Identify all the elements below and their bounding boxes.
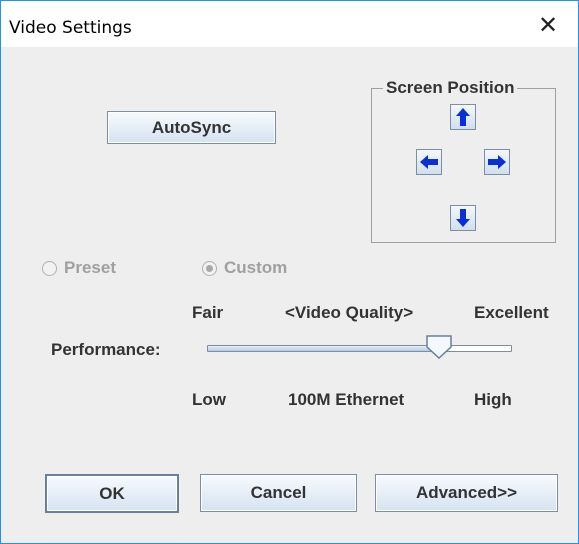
- video-settings-dialog: Video Settings ✕ AutoSync Screen Positio…: [0, 0, 579, 544]
- quality-slider-track[interactable]: [207, 345, 512, 352]
- quality-slider-fill: [208, 346, 439, 351]
- preset-label: Preset: [64, 258, 116, 277]
- high-label: High: [474, 390, 512, 409]
- performance-label: Performance:: [51, 340, 161, 359]
- screen-position-group: Screen Position: [371, 78, 556, 243]
- cancel-button[interactable]: Cancel: [200, 474, 357, 512]
- move-left-button[interactable]: [416, 149, 442, 175]
- arrow-up-icon: [456, 108, 470, 126]
- move-right-button[interactable]: [484, 149, 510, 175]
- ok-button[interactable]: OK: [45, 474, 179, 513]
- custom-label: Custom: [224, 258, 288, 277]
- ethernet-label: 100M Ethernet: [288, 390, 405, 409]
- move-down-button[interactable]: [450, 205, 476, 231]
- radio-unchecked-icon: [42, 260, 57, 276]
- radio-checked-icon: [202, 260, 217, 276]
- low-label: Low: [192, 390, 226, 409]
- video-quality-label: <Video Quality>: [285, 303, 414, 322]
- arrow-down-icon: [456, 209, 470, 227]
- move-up-button[interactable]: [450, 104, 476, 130]
- fair-label: Fair: [192, 303, 224, 322]
- advanced-button[interactable]: Advanced>>: [375, 474, 558, 512]
- custom-radio[interactable]: Custom: [202, 258, 287, 278]
- close-icon[interactable]: ✕: [528, 9, 568, 41]
- dialog-title: Video Settings: [9, 18, 132, 38]
- autosync-button[interactable]: AutoSync: [107, 111, 276, 144]
- excellent-label: Excellent: [474, 303, 549, 322]
- arrow-left-icon: [420, 155, 438, 169]
- preset-radio[interactable]: Preset: [42, 258, 116, 278]
- quality-slider-thumb[interactable]: [426, 335, 452, 359]
- arrow-right-icon: [488, 155, 506, 169]
- title-bar: Video Settings ✕: [1, 1, 578, 47]
- screen-position-title: Screen Position: [383, 78, 518, 98]
